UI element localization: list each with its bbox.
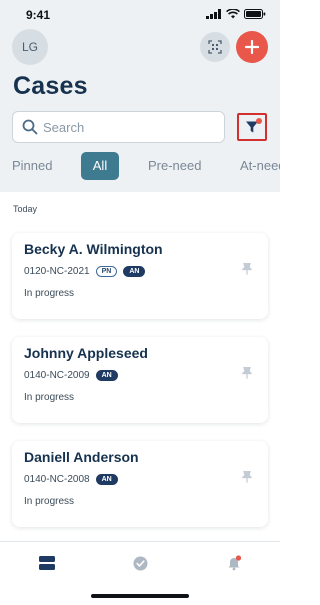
case-name: Johnny Appleseed bbox=[24, 345, 148, 361]
tab-pre-need[interactable]: Pre-need bbox=[148, 152, 201, 180]
nav-tasks[interactable] bbox=[128, 552, 152, 574]
status-icons bbox=[206, 9, 266, 19]
case-name: Becky A. Wilmington bbox=[24, 241, 163, 257]
case-status: In progress bbox=[24, 496, 75, 507]
case-number: 0140-NC-2009 bbox=[24, 370, 90, 381]
cases-icon bbox=[39, 556, 55, 570]
add-case-button[interactable] bbox=[236, 31, 268, 63]
check-circle-icon bbox=[133, 556, 147, 570]
tab-all[interactable]: All bbox=[81, 152, 119, 180]
case-meta: 0140-NC-2009 AN bbox=[24, 370, 118, 381]
tab-at-need[interactable]: At-need bbox=[240, 152, 280, 180]
status-time: 9:41 bbox=[26, 8, 51, 22]
filter-button[interactable] bbox=[237, 113, 267, 141]
badge-an: AN bbox=[95, 370, 118, 381]
case-status: In progress bbox=[24, 288, 75, 299]
case-card[interactable]: Daniell Anderson 0140-NC-2008 AN In prog… bbox=[12, 441, 268, 527]
case-meta: 0120-NC-2021 PN AN bbox=[24, 266, 146, 277]
section-label: Today bbox=[13, 204, 38, 214]
search-placeholder: Search bbox=[43, 119, 85, 135]
signal-icon bbox=[206, 9, 221, 19]
search-icon bbox=[22, 119, 38, 135]
badge-an: AN bbox=[123, 266, 146, 277]
wifi-icon bbox=[226, 9, 240, 19]
search-input[interactable]: Search bbox=[12, 111, 225, 143]
avatar-initials: LG bbox=[21, 40, 38, 54]
case-card[interactable]: Johnny Appleseed 0140-NC-2009 AN In prog… bbox=[12, 337, 268, 423]
badge-an: AN bbox=[95, 474, 118, 485]
home-indicator bbox=[91, 594, 189, 598]
page-title: Cases bbox=[13, 72, 88, 100]
battery-icon bbox=[244, 9, 266, 19]
pin-icon[interactable] bbox=[242, 471, 252, 483]
case-meta: 0140-NC-2008 AN bbox=[24, 474, 118, 485]
nav-cases[interactable] bbox=[35, 552, 59, 574]
badge-pn: PN bbox=[95, 266, 118, 277]
qr-scan-icon bbox=[208, 40, 222, 54]
filter-active-dot bbox=[256, 118, 262, 124]
bell-icon bbox=[228, 555, 242, 571]
plus-icon bbox=[245, 40, 259, 54]
pin-icon[interactable] bbox=[242, 367, 252, 379]
case-status: In progress bbox=[24, 392, 75, 403]
case-number: 0120-NC-2021 bbox=[24, 266, 90, 277]
qr-scan-button[interactable] bbox=[200, 32, 230, 62]
case-tabs: Pinned All Pre-need At-need bbox=[0, 152, 280, 182]
tab-pinned[interactable]: Pinned bbox=[12, 152, 52, 180]
pin-icon[interactable] bbox=[242, 263, 252, 275]
case-card[interactable]: Becky A. Wilmington 0120-NC-2021 PN AN I… bbox=[12, 233, 268, 319]
nav-notifications[interactable] bbox=[222, 552, 246, 574]
case-name: Daniell Anderson bbox=[24, 449, 139, 465]
avatar[interactable]: LG bbox=[12, 29, 48, 65]
case-number: 0140-NC-2008 bbox=[24, 474, 90, 485]
status-bar: 9:41 bbox=[0, 0, 280, 26]
